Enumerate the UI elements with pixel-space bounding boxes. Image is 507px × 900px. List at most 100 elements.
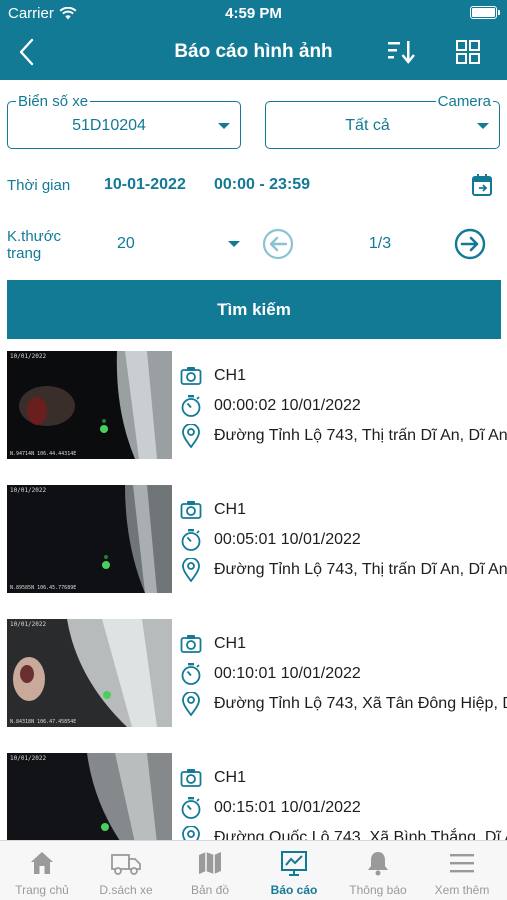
arrow-left-circle-icon <box>262 228 294 260</box>
time-label: Thời gian <box>7 177 71 194</box>
channel-text: CH1 <box>214 367 247 384</box>
tab-more-label: Xem thêm <box>434 883 490 897</box>
plate-value: 51D10204 <box>72 117 146 134</box>
tab-map[interactable]: Bản đồ <box>168 841 252 900</box>
time-range-value[interactable]: 00:00 - 23:59 <box>214 176 310 194</box>
camera-legend: Camera <box>435 93 493 110</box>
list-item[interactable]: 10/01/2022 N.89585N 106.45.77689E CH1 00… <box>0 476 507 610</box>
plate-select[interactable]: Biển số xe 51D10204 <box>7 94 241 149</box>
tab-reports[interactable]: Báo cáo <box>252 841 336 900</box>
location-pin-icon <box>178 692 204 716</box>
snapshot-thumbnail[interactable]: 10/01/2022 N.89585N 106.45.77689E <box>7 485 172 593</box>
overlay-timestamp: 10/01/2022 <box>10 353 47 360</box>
time-text: 00:00:02 10/01/2022 <box>214 397 361 414</box>
tab-notifications-label: Thông báo <box>349 883 407 897</box>
channel-text: CH1 <box>214 635 247 652</box>
camera-select[interactable]: Camera Tất cả <box>265 94 500 149</box>
tab-map-label: Bản đồ <box>190 883 230 897</box>
page-title: Báo cáo hình ảnh <box>174 41 333 62</box>
chevron-down-icon <box>477 123 489 129</box>
address-text: Đường Tỉnh Lộ 743, Thị trấn Dĩ An, Dĩ An… <box>214 427 507 444</box>
prev-page-button[interactable] <box>262 228 294 265</box>
stopwatch-icon <box>178 528 204 552</box>
overlay-gps: N.84318N 106.47.45854E <box>10 719 77 725</box>
calendar-icon <box>472 174 492 196</box>
battery-icon <box>470 6 500 19</box>
stopwatch-icon <box>178 796 204 820</box>
camera-icon <box>178 632 204 656</box>
channel-row: CH1 <box>178 364 507 388</box>
overlay-gps: N.94714N 106.44.44314E <box>10 451 77 457</box>
tab-notifications[interactable]: Thông báo <box>336 841 420 900</box>
app-header: Carrier 4:59 PM Báo cáo hình ảnh <box>0 0 507 80</box>
time-row: 00:15:01 10/01/2022 <box>178 796 507 820</box>
channel-row: CH1 <box>178 766 507 790</box>
tab-vehicles-label: D.sách xe <box>99 883 153 897</box>
page-size-select[interactable]: 20 <box>105 229 245 259</box>
home-icon <box>31 852 53 874</box>
stopwatch-icon <box>178 662 204 686</box>
address-row: Đường Tỉnh Lộ 743, Thị trấn Dĩ An, Dĩ An… <box>178 424 507 448</box>
channel-row: CH1 <box>178 632 507 656</box>
tab-reports-label: Báo cáo <box>270 883 318 897</box>
channel-row: CH1 <box>178 498 507 522</box>
snapshot-thumbnail[interactable]: 10/01/2022 <box>7 753 172 840</box>
channel-text: CH1 <box>214 769 247 786</box>
overlay-timestamp: 10/01/2022 <box>10 755 47 762</box>
camera-icon <box>178 364 204 388</box>
navbar: Báo cáo hình ảnh <box>0 28 507 78</box>
sort-button[interactable] <box>385 37 417 67</box>
address-text: Đường Tỉnh Lộ 743, Xã Tân Đông Hiệp, Dĩ … <box>214 695 507 712</box>
chevron-down-icon <box>228 241 240 247</box>
camera-value: Tất cả <box>345 117 390 134</box>
grid-view-button[interactable] <box>455 39 481 65</box>
grid-icon <box>456 40 480 64</box>
page-size-label-line2: trang <box>7 245 42 262</box>
overlay-gps: N.89585N 106.45.77689E <box>10 585 77 591</box>
list-item[interactable]: 10/01/2022 CH1 00:15:01 10/01/2022 Đường… <box>0 744 507 840</box>
address-text: Đường Quốc Lộ 743, Xã Bình Thắng, Dĩ An,… <box>214 829 507 840</box>
calendar-button[interactable] <box>471 173 493 202</box>
next-page-button[interactable] <box>454 228 486 265</box>
clock: 4:59 PM <box>225 5 282 22</box>
sort-icon <box>388 41 415 64</box>
tab-vehicles[interactable]: D.sách xe <box>84 841 168 900</box>
tab-home-label: Trang chủ <box>15 883 69 897</box>
time-row: 00:00:02 10/01/2022 <box>178 394 507 418</box>
image-list[interactable]: 10/01/2022 N.94714N 106.44.44314E CH1 00… <box>0 342 507 840</box>
search-button[interactable]: Tìm kiếm <box>7 280 501 339</box>
address-text: Đường Tỉnh Lộ 743, Thị trấn Dĩ An, Dĩ An… <box>214 561 507 578</box>
overlay-timestamp: 10/01/2022 <box>10 487 47 494</box>
bell-icon <box>368 852 388 876</box>
tab-home[interactable]: Trang chủ <box>0 841 84 900</box>
location-pin-icon <box>178 826 204 840</box>
time-text: 00:05:01 10/01/2022 <box>214 531 361 548</box>
time-row: 00:05:01 10/01/2022 <box>178 528 507 552</box>
snapshot-image <box>7 351 172 459</box>
list-item[interactable]: 10/01/2022 N.94714N 106.44.44314E CH1 00… <box>0 342 507 476</box>
channel-text: CH1 <box>214 501 247 518</box>
arrow-right-circle-icon <box>454 228 486 260</box>
snapshot-image <box>7 753 172 840</box>
address-row: Đường Quốc Lộ 743, Xã Bình Thắng, Dĩ An,… <box>178 826 507 840</box>
overlay-timestamp: 10/01/2022 <box>10 621 47 628</box>
date-value[interactable]: 10-01-2022 <box>104 176 186 194</box>
chevron-down-icon <box>218 123 230 129</box>
truck-icon <box>111 854 141 875</box>
tab-more[interactable]: Xem thêm <box>420 841 504 900</box>
page-indicator: 1/3 <box>368 235 392 252</box>
snapshot-image <box>7 619 172 727</box>
camera-icon <box>178 766 204 790</box>
location-pin-icon <box>178 558 204 582</box>
snapshot-thumbnail[interactable]: 10/01/2022 N.94714N 106.44.44314E <box>7 351 172 459</box>
snapshot-image <box>7 485 172 593</box>
address-row: Đường Tỉnh Lộ 743, Thị trấn Dĩ An, Dĩ An… <box>178 558 507 582</box>
list-item[interactable]: 10/01/2022 N.84318N 106.47.45854E CH1 00… <box>0 610 507 744</box>
tab-bar: Trang chủ D.sách xe Bản đồ Báo cáo Thông… <box>0 840 507 900</box>
address-row: Đường Tỉnh Lộ 743, Xã Tân Đông Hiệp, Dĩ … <box>178 692 507 716</box>
stopwatch-icon <box>178 394 204 418</box>
time-text: 00:10:01 10/01/2022 <box>214 665 361 682</box>
map-icon <box>199 852 221 874</box>
snapshot-thumbnail[interactable]: 10/01/2022 N.84318N 106.47.45854E <box>7 619 172 727</box>
page-size-label: K.thước trang <box>7 228 61 262</box>
